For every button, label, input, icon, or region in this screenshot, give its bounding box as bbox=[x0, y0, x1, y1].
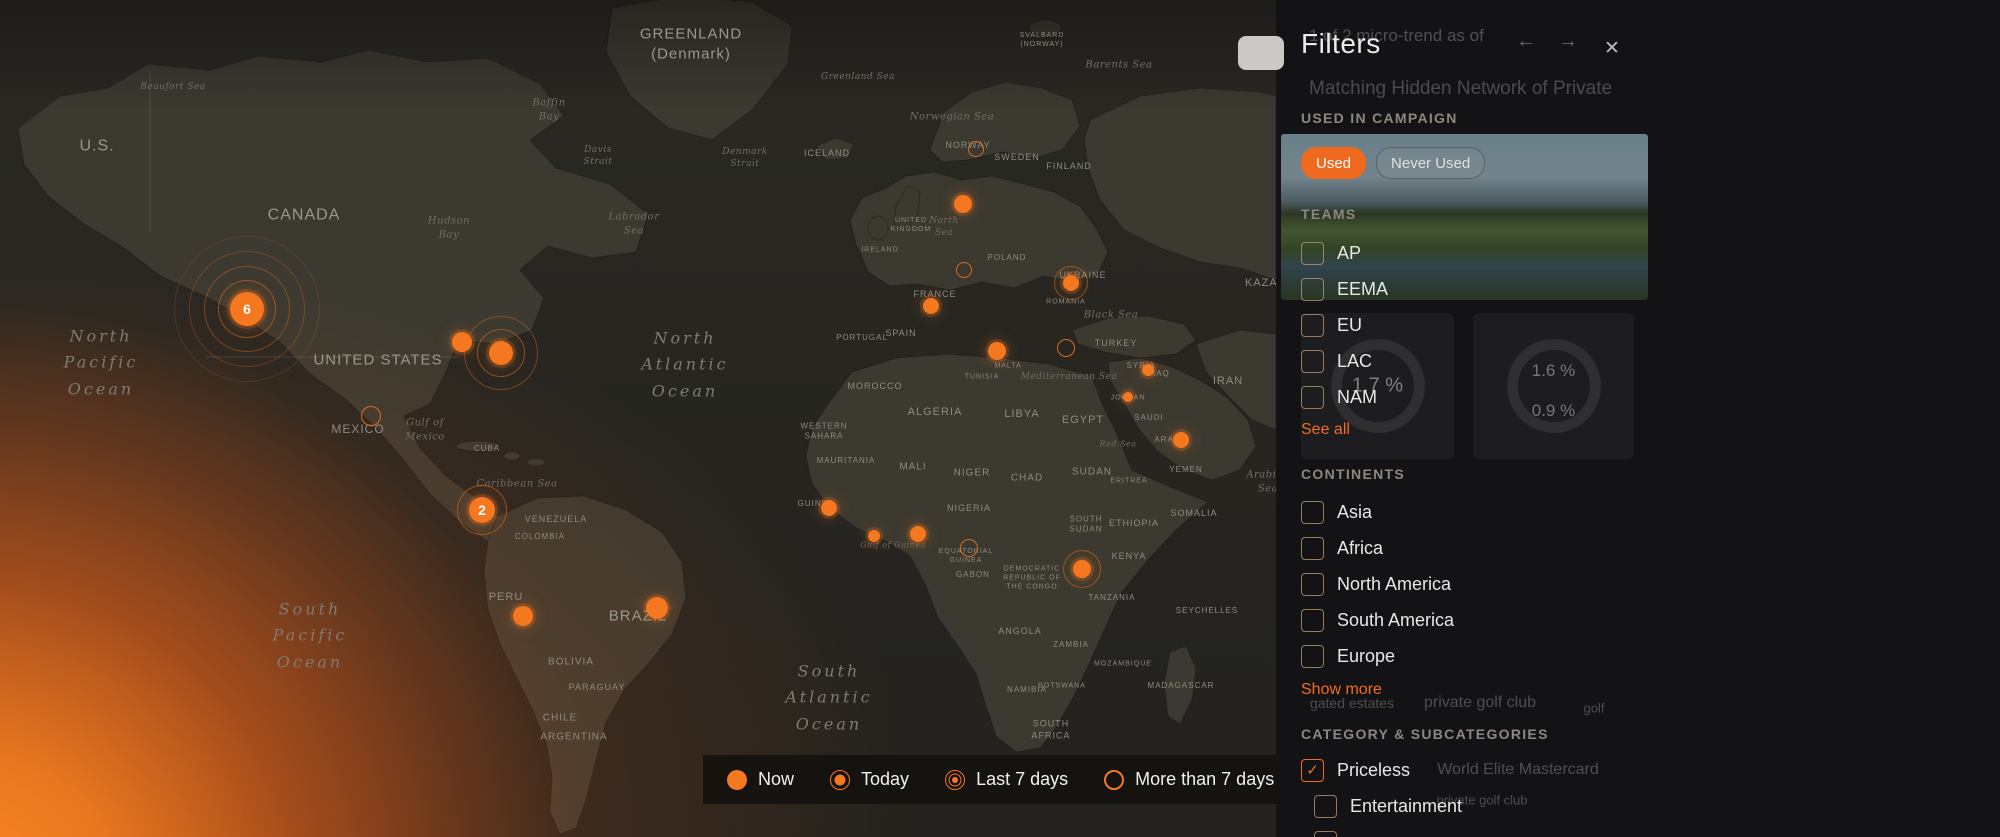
map-marker[interactable] bbox=[988, 342, 1006, 360]
checkbox-label: Asia bbox=[1337, 501, 1373, 522]
chip-used[interactable]: Used bbox=[1301, 147, 1367, 179]
checkbox[interactable]: ✓ bbox=[1301, 758, 1324, 782]
map-marker[interactable] bbox=[1057, 339, 1075, 357]
section-continents: CONTINENTS bbox=[1301, 466, 1405, 482]
map-marker[interactable] bbox=[464, 316, 538, 390]
checkbox-row[interactable]: LAC bbox=[1301, 343, 1653, 379]
legend-label: Today bbox=[861, 769, 910, 789]
checkbox-label: Europe bbox=[1337, 645, 1396, 666]
filters-panel: 1 of 2 micro-trend as of ← → Matching Hi… bbox=[1276, 0, 2000, 837]
teams-options: AP EEMA EU LAC NAM bbox=[1301, 235, 1653, 415]
checkbox-row[interactable]: North America bbox=[1301, 566, 1653, 602]
legend-item[interactable]: Last 7 days bbox=[945, 769, 1068, 790]
map-marker[interactable]: 6 bbox=[174, 236, 320, 382]
checkbox[interactable] bbox=[1301, 241, 1324, 265]
checkbox[interactable] bbox=[1301, 536, 1324, 560]
map-marker[interactable] bbox=[1054, 266, 1088, 300]
checkbox-row[interactable]: Entertainment bbox=[1314, 788, 1653, 824]
map-marker[interactable] bbox=[1142, 364, 1154, 376]
marker-count: 6 bbox=[243, 301, 251, 317]
map-marker[interactable] bbox=[954, 195, 972, 213]
categories-options: ✓ Priceless Entertainment bbox=[1301, 752, 1653, 837]
checkbox[interactable] bbox=[1314, 830, 1337, 837]
checkbox-label: EU bbox=[1337, 314, 1363, 335]
map-marker[interactable] bbox=[960, 539, 978, 557]
checkbox-label: South America bbox=[1337, 609, 1455, 630]
map-marker[interactable] bbox=[910, 526, 926, 542]
checkbox[interactable] bbox=[1301, 608, 1324, 632]
see-all-link[interactable]: See all bbox=[1301, 421, 1350, 439]
checkbox-row[interactable]: Europe bbox=[1301, 638, 1653, 674]
legend-label: More than 7 days ago bbox=[1135, 769, 1276, 789]
filters-content: Filters ✕ USED IN CAMPAIGN Used Never Use… bbox=[1301, 0, 1653, 837]
checkbox[interactable] bbox=[1301, 349, 1324, 373]
checkbox[interactable] bbox=[1301, 500, 1324, 524]
map-marker[interactable] bbox=[821, 500, 837, 516]
checkbox[interactable] bbox=[1301, 277, 1324, 301]
checkbox-row[interactable]: NAM bbox=[1301, 379, 1653, 415]
checkbox[interactable] bbox=[1301, 644, 1324, 668]
checkbox-label: AP bbox=[1337, 242, 1362, 263]
continents-options: Asia Africa North America South America Euro… bbox=[1301, 494, 1653, 674]
checkbox-row[interactable]: AP bbox=[1301, 235, 1653, 271]
checkbox-row[interactable] bbox=[1314, 824, 1653, 837]
checkbox-label: Entertainment bbox=[1350, 795, 1463, 816]
map-marker[interactable]: 2 bbox=[457, 485, 507, 535]
chip-never-used[interactable]: Never Used bbox=[1376, 147, 1486, 179]
close-icon[interactable]: ✕ bbox=[1600, 36, 1624, 60]
checkbox-row[interactable]: ✓ Priceless bbox=[1301, 752, 1653, 788]
map-marker[interactable] bbox=[1063, 550, 1101, 588]
checkbox-row[interactable]: South America bbox=[1301, 602, 1653, 638]
legend-dot-ring-icon bbox=[830, 769, 851, 790]
micro-trends-map-app: GREENLAND (Denmark) U.S. CANADA UNITED STAT… bbox=[0, 0, 2000, 837]
legend-item[interactable]: Now bbox=[727, 769, 794, 790]
map-marker[interactable] bbox=[1123, 392, 1133, 402]
map-marker[interactable] bbox=[646, 597, 668, 619]
legend-item[interactable]: Today bbox=[830, 769, 909, 790]
marker-ripple-ring bbox=[1063, 550, 1101, 588]
section-used-in-campaign: USED IN CAMPAIGN bbox=[1301, 110, 1458, 126]
legend-filled-icon bbox=[727, 769, 747, 790]
marker-ripple-ring bbox=[1054, 266, 1088, 300]
checkbox[interactable] bbox=[1301, 572, 1324, 596]
legend-label: Last 7 days bbox=[976, 769, 1069, 789]
checkbox[interactable] bbox=[1301, 313, 1324, 337]
legend-item[interactable]: More than 7 days ago bbox=[1104, 769, 1276, 790]
map-marker[interactable] bbox=[923, 298, 939, 314]
campaign-chips: Used Never Used bbox=[1301, 147, 1486, 179]
map-legend: Now Today Last 7 days More than 7 days ago bbox=[703, 755, 1276, 804]
map-marker[interactable] bbox=[1173, 432, 1189, 448]
map-marker[interactable] bbox=[513, 606, 533, 626]
show-more-link[interactable]: Show more bbox=[1301, 681, 1382, 699]
legend-dot-ring2-icon bbox=[945, 769, 966, 790]
checkbox-label: Priceless bbox=[1337, 759, 1411, 780]
checkbox-label: EEMA bbox=[1337, 278, 1389, 299]
marker-count: 2 bbox=[478, 502, 486, 518]
section-teams: TEAMS bbox=[1301, 206, 1357, 222]
legend-ring-icon bbox=[1104, 769, 1125, 790]
marker-ripple-ring bbox=[464, 316, 538, 390]
map-marker[interactable] bbox=[968, 141, 984, 157]
map-marker[interactable] bbox=[868, 530, 880, 542]
map-marker[interactable] bbox=[361, 406, 381, 426]
section-categories: CATEGORY & SUBCATEGORIES bbox=[1301, 726, 1549, 742]
checkbox[interactable] bbox=[1301, 385, 1324, 409]
checkbox-row[interactable]: EU bbox=[1301, 307, 1653, 343]
map-marker[interactable] bbox=[956, 262, 972, 278]
checkbox-label: Africa bbox=[1337, 537, 1384, 558]
map-control[interactable] bbox=[1238, 36, 1284, 70]
checkbox-label: LAC bbox=[1337, 350, 1373, 371]
checkbox-row[interactable]: Africa bbox=[1301, 530, 1653, 566]
checkbox-row[interactable]: Asia bbox=[1301, 494, 1653, 530]
checkbox-label: NAM bbox=[1337, 386, 1377, 407]
checkbox[interactable] bbox=[1314, 794, 1337, 818]
filters-title: Filters bbox=[1301, 28, 1381, 59]
legend-label: Now bbox=[758, 769, 795, 789]
checkbox-label: North America bbox=[1337, 573, 1452, 594]
checkbox-row[interactable]: EEMA bbox=[1301, 271, 1653, 307]
